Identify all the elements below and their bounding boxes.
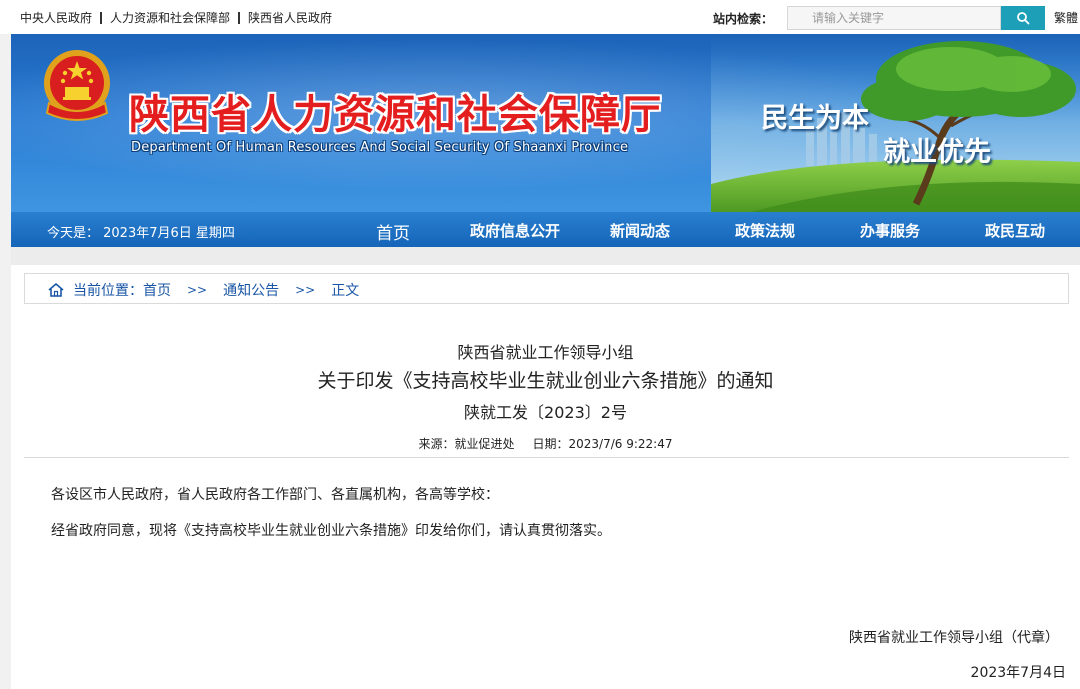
document-signature: 陕西省就业工作领导小组（代章） — [849, 630, 1059, 646]
today-date: 今天是： 2023年7月6日 星期四 — [47, 226, 235, 241]
banner-slogan-line2: 就业优先 — [883, 137, 991, 168]
banner-slogan-line1: 民生为本 — [761, 103, 869, 134]
breadcrumb-separator: >> — [295, 283, 316, 297]
main-nav: 今天是： 2023年7月6日 星期四 首页 政府信息公开 新闻动态 政策法规 办… — [11, 212, 1080, 247]
search-input[interactable] — [787, 6, 1001, 30]
breadcrumb-separator: >> — [187, 283, 208, 297]
nav-item-policy[interactable]: 政策法规 — [735, 220, 795, 241]
breadcrumb-label: 当前位置： — [73, 283, 143, 299]
nav-item-services[interactable]: 办事服务 — [860, 220, 920, 241]
traditional-chinese-link[interactable]: 繁體 — [1054, 9, 1078, 26]
national-emblem-icon — [44, 50, 110, 121]
document-paragraph: 各设区市人民政府，省人民政府各工作部门、各直属机构，各高等学校： — [51, 487, 499, 503]
divider — [100, 11, 103, 24]
top-links: 中央人民政府 人力资源和社会保障部 陕西省人民政府 — [20, 9, 332, 26]
search-icon — [1017, 12, 1030, 25]
search-label: 站内检索： — [713, 12, 774, 26]
breadcrumb-home[interactable]: 首页 — [143, 280, 171, 300]
nav-item-home[interactable]: 首页 — [376, 219, 410, 244]
site-title: 陕西省人力资源和社会保障厅 — [129, 91, 662, 138]
site-subtitle-english: Department Of Human Resources And Social… — [131, 140, 629, 155]
search-button[interactable] — [1001, 6, 1045, 30]
nav-item-news[interactable]: 新闻动态 — [610, 220, 670, 241]
top-bar: 中央人民政府 人力资源和社会保障部 陕西省人民政府 站内检索： 繁體 — [0, 0, 1080, 34]
top-link-central-gov[interactable]: 中央人民政府 — [20, 9, 92, 26]
article-container: 当前位置： 首页 >> 通知公告 >> 正文 陕西省就业工作领导小组 关于印发《… — [11, 265, 1080, 689]
document-paragraph: 经省政府同意，现将《支持高校毕业生就业创业六条措施》印发给你们，请认真贯彻落实。 — [51, 523, 611, 539]
document-date: 日期：2023/7/6 9:22:47 — [532, 437, 673, 451]
document-source: 来源：就业促进处 — [418, 437, 515, 451]
site-banner: 陕西省人力资源和社会保障厅 Department Of Human Resour… — [11, 34, 1080, 212]
document-signed-date: 2023年7月4日 — [970, 665, 1066, 681]
document-number: 陕就工发〔2023〕2号 — [464, 403, 627, 422]
left-edge-strip — [0, 34, 11, 689]
document-meta: 来源：就业促进处 日期：2023/7/6 9:22:47 — [11, 435, 1080, 452]
top-link-shaanxi-gov[interactable]: 陕西省人民政府 — [248, 9, 332, 26]
breadcrumb-current: 正文 — [331, 283, 360, 299]
divider — [24, 457, 1069, 458]
nav-item-gov-info[interactable]: 政府信息公开 — [470, 220, 560, 241]
top-link-mohrss[interactable]: 人力资源和社会保障部 — [110, 9, 230, 26]
document-title: 关于印发《支持高校毕业生就业创业六条措施》的通知 — [317, 370, 774, 392]
document-issuer: 陕西省就业工作领导小组 — [457, 343, 634, 362]
nav-item-interaction[interactable]: 政民互动 — [985, 220, 1045, 241]
home-icon — [48, 283, 64, 297]
breadcrumb-trail: 当前位置： 首页 >> 通知公告 >> 正文 — [47, 280, 359, 300]
breadcrumb-notices[interactable]: 通知公告 — [223, 280, 279, 300]
breadcrumb: 当前位置： 首页 >> 通知公告 >> 正文 — [24, 273, 1069, 304]
divider — [238, 11, 241, 24]
